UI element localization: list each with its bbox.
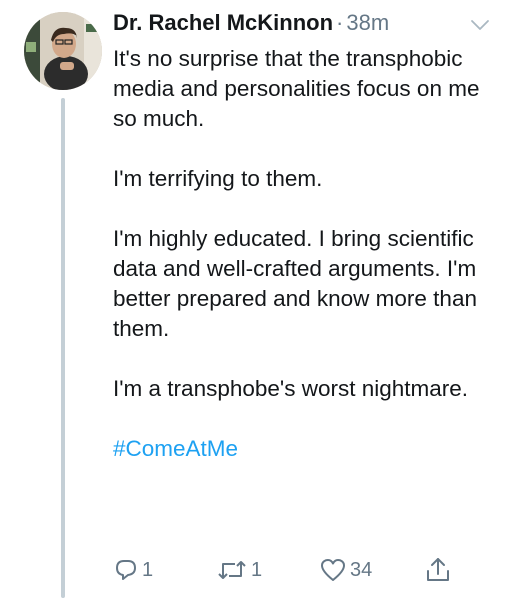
retweet-button[interactable]: 1 xyxy=(216,553,262,587)
share-button[interactable] xyxy=(425,553,451,587)
hashtag-link[interactable]: #ComeAtMe xyxy=(113,434,498,464)
tweet-paragraph: I'm a transphobe's worst nightmare. xyxy=(113,376,469,401)
author-name[interactable]: Dr. Rachel McKinnon xyxy=(113,10,333,36)
avatar[interactable] xyxy=(24,12,102,90)
tweet-header: Dr. Rachel McKinnon · 38m xyxy=(113,10,389,42)
like-count: 34 xyxy=(350,558,373,581)
share-icon xyxy=(425,556,451,584)
tweet-paragraph: I'm terrifying to them. xyxy=(113,166,323,191)
tweet-paragraph: It's no surprise that the transphobic me… xyxy=(113,46,480,131)
separator: · xyxy=(336,10,344,35)
reply-button[interactable]: 1 xyxy=(113,553,153,587)
thread-line xyxy=(61,98,65,598)
reply-count: 1 xyxy=(142,558,154,581)
tweet-actions: 1 1 34 xyxy=(113,553,498,587)
tweet-paragraph: I'm highly educated. I bring scientific … xyxy=(113,226,477,341)
timestamp[interactable]: 38m xyxy=(346,10,389,36)
reply-icon xyxy=(113,557,139,583)
retweet-count: 1 xyxy=(251,558,263,581)
tweet: Dr. Rachel McKinnon · 38m It's no surpri… xyxy=(0,0,514,600)
tweet-body: It's no surprise that the transphobic me… xyxy=(113,44,498,494)
like-button[interactable]: 34 xyxy=(319,553,372,587)
retweet-icon xyxy=(216,557,248,583)
avatar-photo xyxy=(24,12,102,90)
chevron-down-icon[interactable] xyxy=(469,14,491,36)
heart-icon xyxy=(319,557,347,583)
